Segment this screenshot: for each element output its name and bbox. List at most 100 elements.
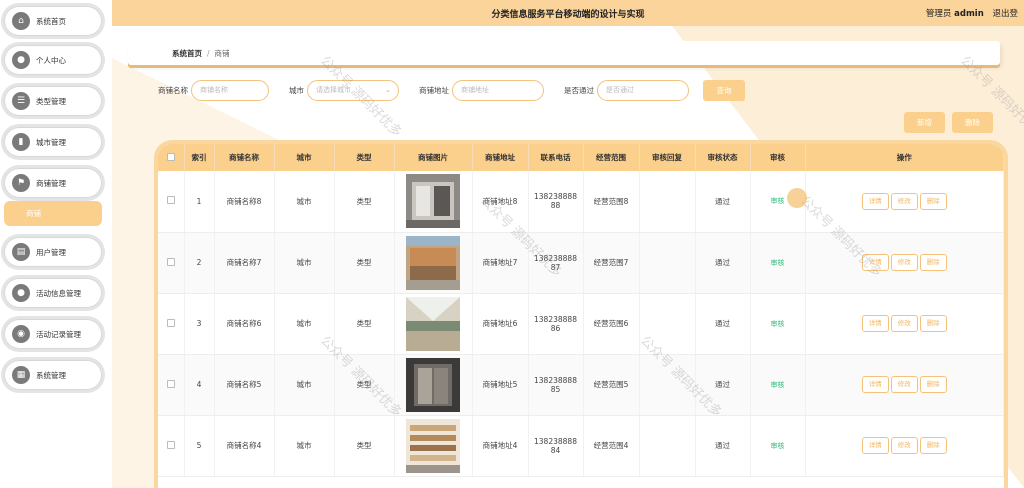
- column-header: 经营范围: [583, 144, 640, 171]
- shop-phone: 138238888 85: [528, 354, 584, 416]
- shop-image-cell: [394, 232, 473, 294]
- city-select[interactable]: 请选择城市 ⌄: [307, 79, 399, 101]
- username: admin: [954, 9, 984, 19]
- row-index: 5: [184, 415, 215, 477]
- app-title: 分类信息服务平台移动端的设计与实现: [491, 10, 645, 20]
- row-delete-button[interactable]: 删除: [919, 437, 947, 454]
- cursor-highlight: [787, 188, 807, 208]
- shop-image[interactable]: [406, 418, 460, 473]
- detail-button[interactable]: 详情: [861, 376, 889, 393]
- breadcrumb-home[interactable]: 系统首页: [172, 48, 202, 59]
- sidebar-item-label: 系统管理: [36, 370, 66, 380]
- column-header: 商铺图片: [394, 144, 473, 171]
- search-bar: 商铺名称 商铺名称 城市 请选择城市 ⌄ 商铺地址 商铺地址 是否通过 是否通过…: [158, 79, 745, 101]
- edit-button[interactable]: 修改: [890, 254, 918, 271]
- audit-status: 通过: [695, 293, 751, 355]
- edit-button[interactable]: 修改: [890, 192, 918, 210]
- shop-address: 商铺地址7: [472, 232, 529, 294]
- shop-name-input[interactable]: 商铺名称: [191, 79, 269, 101]
- table-row: 1 商铺名称8 城市 类型 商铺地址8 138238888 88 经营范围8 通…: [158, 171, 1004, 233]
- shop-image[interactable]: [406, 357, 460, 412]
- sidebar-item-system[interactable]: ▦ 系统管理: [4, 360, 102, 390]
- shop-address-label: 商铺地址: [419, 85, 449, 95]
- row-checkbox[interactable]: [166, 379, 175, 388]
- audit-reply: [639, 171, 696, 233]
- select-all-header[interactable]: [158, 144, 185, 171]
- column-header: 商铺地址: [472, 144, 529, 171]
- row-actions: 详情 修改 删除: [805, 232, 1004, 294]
- audit-link[interactable]: 审核: [771, 259, 785, 267]
- shop-name: 商铺名称8: [214, 171, 275, 233]
- shop-table: 索引 商铺名称 城市 类型 商铺图片 商铺地址 联系电话 经营范围 审核回复 审…: [158, 144, 1004, 477]
- business-scope: 经营范围6: [583, 293, 640, 355]
- city-label: 城市: [289, 85, 304, 95]
- sidebar-subitem-shop[interactable]: 商铺: [4, 201, 102, 226]
- audit-reply: [639, 232, 696, 294]
- sidebar-item-users[interactable]: ▤ 用户管理: [4, 237, 102, 267]
- audit-link[interactable]: 审核: [771, 442, 785, 450]
- shop-image[interactable]: [406, 174, 460, 229]
- shop-phone: 138238888 88: [528, 171, 584, 233]
- delete-button[interactable]: 删除: [952, 112, 993, 133]
- passed-label: 是否通过: [564, 85, 594, 95]
- shop-address-input[interactable]: 商铺地址: [452, 79, 544, 101]
- shop-image-cell: [394, 354, 473, 416]
- row-delete-button[interactable]: 删除: [919, 315, 947, 332]
- sidebar-item-label: 城市管理: [36, 137, 66, 147]
- column-header: 审核回复: [639, 144, 696, 171]
- edit-button[interactable]: 修改: [890, 376, 918, 393]
- edit-button[interactable]: 修改: [890, 315, 918, 332]
- table-row: 2 商铺名称7 城市 类型 商铺地址7 138238888 87 经营范围7 通…: [158, 232, 1004, 294]
- audit-status: 通过: [695, 232, 751, 294]
- row-delete-button[interactable]: 删除: [919, 376, 947, 393]
- sidebar-item-activity-info[interactable]: ● 活动信息管理: [4, 278, 102, 308]
- detail-button[interactable]: 详情: [861, 254, 889, 271]
- user-info: 管理员 admin 退出登: [926, 7, 1018, 19]
- audit-link[interactable]: 审核: [771, 197, 785, 205]
- logout-link[interactable]: 退出登: [992, 9, 1018, 19]
- users-icon: ▤: [12, 243, 30, 261]
- shop-image[interactable]: [406, 235, 460, 290]
- audit-link[interactable]: 审核: [771, 381, 785, 389]
- sidebar-item-home[interactable]: ⌂ 系统首页: [4, 6, 102, 36]
- sidebar-item-cities[interactable]: ▮ 城市管理: [4, 127, 102, 157]
- audit-status: 通过: [695, 415, 751, 477]
- detail-button[interactable]: 详情: [861, 192, 889, 210]
- sidebar-item-shops[interactable]: ⚑ 商铺管理: [4, 168, 102, 198]
- sidebar-item-types[interactable]: ☰ 类型管理: [4, 86, 102, 116]
- row-checkbox[interactable]: [166, 257, 175, 266]
- building-icon: ▮: [12, 133, 30, 151]
- shop-image-cell: [394, 415, 473, 477]
- column-header: 联系电话: [528, 144, 584, 171]
- city-select-placeholder: 请选择城市: [316, 86, 351, 94]
- shop-type: 类型: [334, 171, 395, 233]
- edit-button[interactable]: 修改: [890, 437, 918, 454]
- select-all-checkbox[interactable]: [166, 152, 175, 161]
- row-delete-button[interactable]: 删除: [919, 192, 947, 210]
- row-checkbox[interactable]: [166, 318, 175, 327]
- shop-city: 城市: [274, 232, 335, 294]
- row-checkbox[interactable]: [166, 196, 175, 205]
- passed-select[interactable]: 是否通过: [597, 79, 689, 101]
- table-row: 4 商铺名称5 城市 类型 商铺地址5 138238888 85 经营范围5 通过: [158, 354, 1004, 416]
- detail-button[interactable]: 详情: [861, 437, 889, 454]
- audit-reply: [639, 415, 696, 477]
- audit-link[interactable]: 审核: [771, 320, 785, 328]
- query-button[interactable]: 查询: [703, 79, 745, 101]
- shop-city: 城市: [274, 415, 335, 477]
- user-icon: ●: [12, 51, 30, 69]
- sidebar-item-profile[interactable]: ● 个人中心: [4, 45, 102, 75]
- row-checkbox[interactable]: [166, 440, 175, 449]
- shop-name: 商铺名称7: [214, 232, 275, 294]
- shop-city: 城市: [274, 354, 335, 416]
- shop-phone: 138238888 87: [528, 232, 584, 294]
- shop-image[interactable]: [406, 296, 460, 351]
- shop-type: 类型: [334, 415, 395, 477]
- row-actions: 详情 修改 删除: [805, 415, 1004, 477]
- sidebar-item-activity-records[interactable]: ◉ 活动记录管理: [4, 319, 102, 349]
- add-button[interactable]: 新增: [904, 112, 945, 133]
- flag-icon: ⚑: [12, 174, 30, 192]
- column-header: 审核: [750, 144, 806, 171]
- row-delete-button[interactable]: 删除: [919, 254, 947, 271]
- detail-button[interactable]: 详情: [861, 315, 889, 332]
